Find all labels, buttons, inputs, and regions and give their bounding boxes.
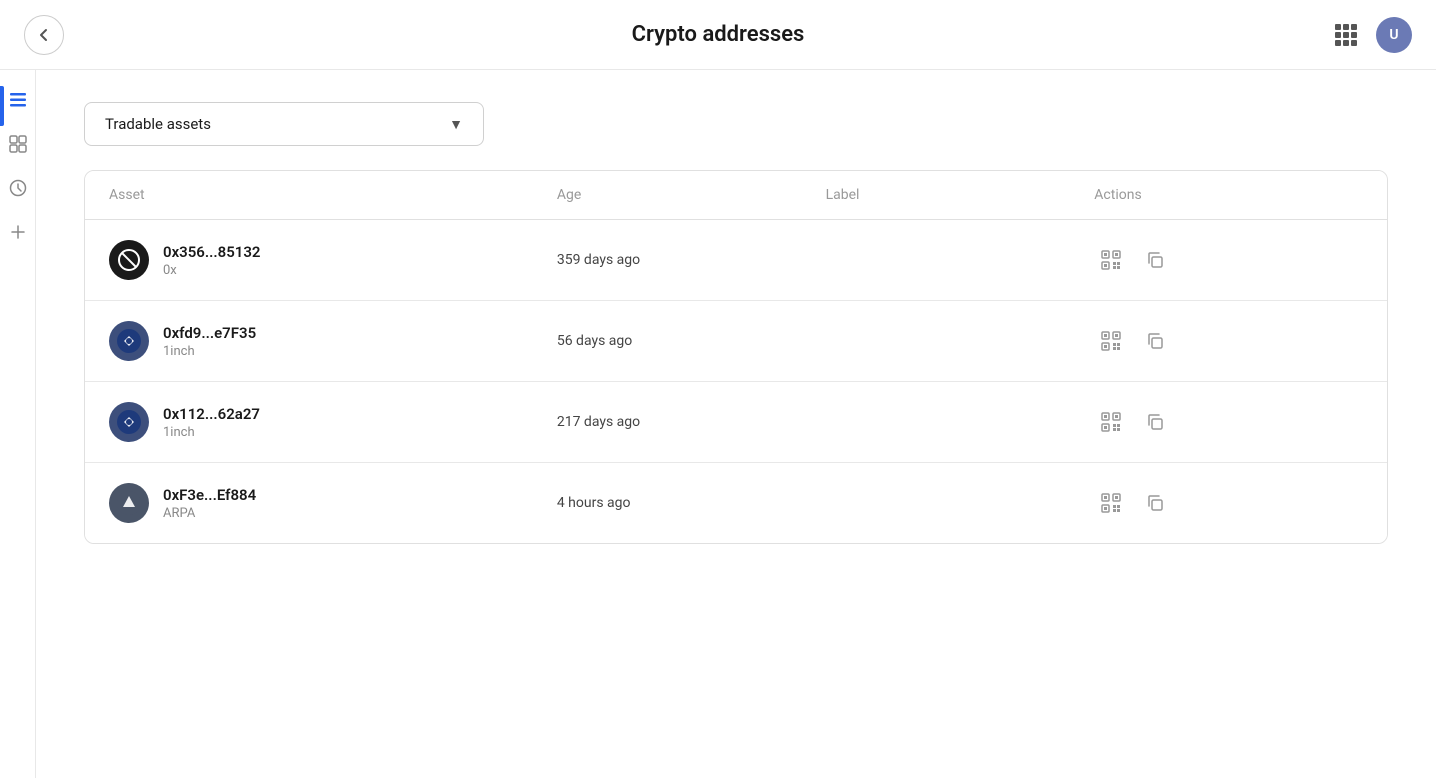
asset-address-1: 0xfd9...e7F35 (163, 324, 256, 342)
sidebar-item-1[interactable] (4, 86, 32, 114)
asset-icon-3 (109, 483, 149, 523)
copy-icon (1145, 493, 1165, 513)
copy-icon (1145, 412, 1165, 432)
asset-icon-1 (109, 321, 149, 361)
copy-button-2[interactable] (1138, 405, 1172, 439)
dropdown-label: Tradable assets (105, 115, 211, 133)
qr-code-icon (1100, 249, 1122, 271)
qr-button-2[interactable] (1094, 405, 1128, 439)
sidebar-item-2[interactable] (4, 130, 32, 158)
age-cell-0: 359 days ago (557, 252, 826, 268)
asset-address-2: 0x112...62a27 (163, 405, 260, 423)
apps-icon-button[interactable] (1328, 17, 1364, 53)
qr-button-0[interactable] (1094, 243, 1128, 277)
table-header: Asset Age Label Actions (85, 171, 1387, 220)
asset-cell-1: 0xfd9...e7F35 1inch (109, 321, 557, 361)
asset-coin-2: 1inch (163, 425, 260, 440)
header-left (24, 15, 64, 55)
asset-info-1: 0xfd9...e7F35 1inch (163, 324, 256, 359)
sidebar-item-3[interactable] (4, 174, 32, 202)
asset-address-0: 0x356...85132 (163, 243, 261, 261)
table-row: 0x112...62a27 1inch 217 days ago (85, 382, 1387, 463)
asset-coin-0: 0x (163, 263, 261, 278)
qr-code-icon (1100, 492, 1122, 514)
header: Crypto addresses U (0, 0, 1436, 70)
asset-coin-3: ARPA (163, 506, 256, 521)
asset-info-2: 0x112...62a27 1inch (163, 405, 260, 440)
qr-button-3[interactable] (1094, 486, 1128, 520)
copy-icon (1145, 250, 1165, 270)
actions-cell-0 (1094, 243, 1363, 277)
age-cell-1: 56 days ago (557, 333, 826, 349)
header-right: U (1328, 17, 1412, 53)
asset-cell-2: 0x112...62a27 1inch (109, 402, 557, 442)
table-row: 0x356...85132 0x 359 days ago (85, 220, 1387, 301)
asset-coin-1: 1inch (163, 344, 256, 359)
main-content: Tradable assets ▼ Asset Age Label Action… (36, 70, 1436, 778)
actions-cell-3 (1094, 486, 1363, 520)
qr-button-1[interactable] (1094, 324, 1128, 358)
page-title: Crypto addresses (632, 22, 805, 47)
dropdown-arrow-icon: ▼ (449, 116, 463, 133)
asset-address-3: 0xF3e...Ef884 (163, 486, 256, 504)
copy-button-0[interactable] (1138, 243, 1172, 277)
column-asset: Asset (109, 187, 557, 203)
age-cell-2: 217 days ago (557, 414, 826, 430)
sidebar (0, 70, 36, 778)
asset-cell-0: 0x356...85132 0x (109, 240, 557, 280)
avatar[interactable]: U (1376, 17, 1412, 53)
column-age: Age (557, 187, 826, 203)
copy-button-3[interactable] (1138, 486, 1172, 520)
sidebar-item-4[interactable] (4, 218, 32, 246)
copy-button-1[interactable] (1138, 324, 1172, 358)
qr-code-icon (1100, 411, 1122, 433)
table-row: 0xfd9...e7F35 1inch 56 days ago (85, 301, 1387, 382)
column-actions: Actions (1094, 187, 1363, 203)
actions-cell-2 (1094, 405, 1363, 439)
actions-cell-1 (1094, 324, 1363, 358)
back-button[interactable] (24, 15, 64, 55)
copy-icon (1145, 331, 1165, 351)
asset-info-3: 0xF3e...Ef884 ARPA (163, 486, 256, 521)
asset-icon-2 (109, 402, 149, 442)
layout: Tradable assets ▼ Asset Age Label Action… (0, 70, 1436, 778)
asset-info-0: 0x356...85132 0x (163, 243, 261, 278)
dropdown-container: Tradable assets ▼ (84, 102, 1388, 146)
qr-code-icon (1100, 330, 1122, 352)
age-cell-3: 4 hours ago (557, 495, 826, 511)
column-label: Label (826, 187, 1095, 203)
tradable-assets-dropdown[interactable]: Tradable assets ▼ (84, 102, 484, 146)
table-row: 0xF3e...Ef884 ARPA 4 hours ago (85, 463, 1387, 543)
grid-icon (1335, 24, 1357, 46)
table-container: Asset Age Label Actions 0x356...85132 (84, 170, 1388, 544)
asset-icon-0 (109, 240, 149, 280)
asset-cell-3: 0xF3e...Ef884 ARPA (109, 483, 557, 523)
